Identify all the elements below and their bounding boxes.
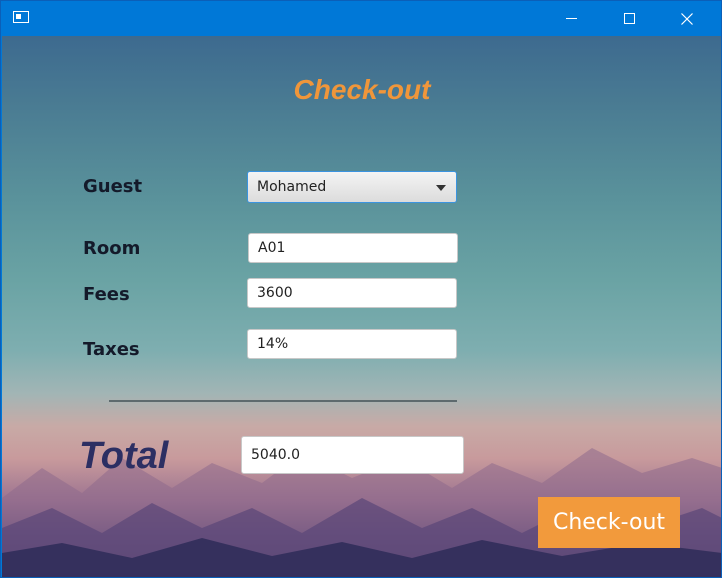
guest-select-value: Mohamed <box>257 179 327 195</box>
app-window-icon <box>13 11 29 23</box>
maximize-icon <box>623 13 635 24</box>
fees-label: Fees <box>83 284 130 305</box>
taxes-label: Taxes <box>83 339 140 360</box>
room-label: Room <box>83 238 141 259</box>
close-button[interactable] <box>658 1 716 36</box>
close-icon <box>681 12 693 25</box>
checkout-button[interactable]: Check-out <box>538 497 680 548</box>
chevron-down-icon <box>436 185 446 191</box>
room-field[interactable]: A01 <box>248 233 458 263</box>
divider <box>109 400 457 402</box>
guest-select[interactable]: Mohamed <box>247 171 457 203</box>
taxes-field[interactable]: 14% <box>247 329 457 359</box>
maximize-button[interactable] <box>600 1 658 36</box>
total-label: Total <box>79 435 169 477</box>
title-bar[interactable] <box>1 1 721 36</box>
minimize-icon <box>565 18 577 19</box>
checkout-form: Check-out Guest Mohamed Room A01 Fees 36… <box>2 36 721 577</box>
total-field[interactable]: 5040.0 <box>241 436 464 474</box>
app-window: Check-out Guest Mohamed Room A01 Fees 36… <box>0 0 722 578</box>
page-title: Check-out <box>293 74 431 105</box>
minimize-button[interactable] <box>542 1 600 36</box>
guest-label: Guest <box>83 176 143 197</box>
fees-field[interactable]: 3600 <box>247 278 457 308</box>
